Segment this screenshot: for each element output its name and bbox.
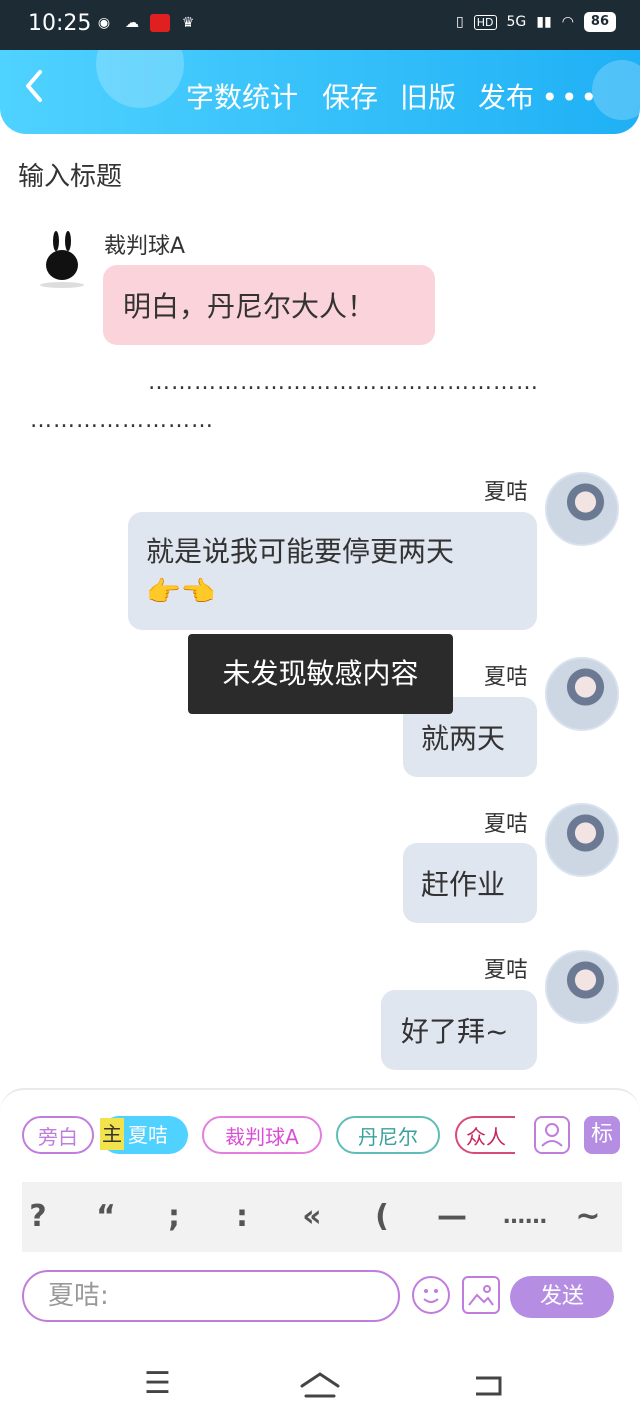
speaker-name: 夏咭 <box>484 480 529 505</box>
emoji-button[interactable] <box>412 1276 450 1314</box>
role-chip-label: 夏咭 <box>128 1123 168 1147</box>
image-button[interactable] <box>462 1276 500 1314</box>
title-input[interactable]: 输入标题 <box>18 156 122 193</box>
speaker-name: 夏咭 <box>484 958 529 983</box>
word-count-button[interactable]: 字数统计 <box>186 80 298 116</box>
punctuation-key[interactable]: ( <box>352 1182 412 1252</box>
status-bar: 10:25 ◉ ☁ ♛ ▯ HD 5G ▮▮ ◠ 86 <box>0 0 640 50</box>
add-role-button[interactable] <box>534 1116 570 1154</box>
network-label: 5G <box>506 14 527 30</box>
punctuation-key[interactable]: « <box>282 1182 342 1252</box>
pointing-fingers-emoji: 👉👈 <box>146 575 216 608</box>
speaker-name: 夏咭 <box>484 665 529 690</box>
message-bubble[interactable]: 就是说我可能要停更两天 👉👈 <box>128 512 537 630</box>
message-text: 好了拜~ <box>401 1015 509 1048</box>
speaker-name: 裁判球A <box>104 234 186 259</box>
role-chip-crowd[interactable]: 众人 <box>455 1116 515 1154</box>
message-bubble[interactable]: 明白，丹尼尔大人！ <box>103 265 435 345</box>
message-text: 明白，丹尼尔大人！ <box>123 290 376 323</box>
message-text: 赶作业 <box>421 868 506 901</box>
ellipsis-text: …………………………………………… <box>148 370 539 395</box>
avatar-referee[interactable] <box>26 225 96 295</box>
sensitive-check-toast: 未发现敏感内容 <box>188 634 453 714</box>
battery-indicator: 86 <box>583 12 616 32</box>
home-icon[interactable] <box>298 1370 342 1402</box>
tag-button[interactable]: 标 <box>584 1116 620 1154</box>
role-chip-main[interactable]: 主 夏咭 <box>100 1116 188 1154</box>
punctuation-key[interactable]: …… <box>490 1182 560 1252</box>
back-nav-icon[interactable] <box>472 1372 504 1400</box>
back-button[interactable] <box>22 68 46 113</box>
message-text: 就是说我可能要停更两天 <box>146 535 455 568</box>
avatar-xia[interactable] <box>545 472 619 546</box>
menu-icon[interactable]: ☰ <box>144 1366 171 1401</box>
cat-app-icon: ◉ <box>97 15 111 31</box>
old-version-button[interactable]: 旧版 <box>400 80 456 116</box>
message-bubble[interactable]: 赶作业 <box>403 843 537 923</box>
role-chip-referee[interactable]: 裁判球A <box>202 1116 322 1154</box>
hd-icon: HD <box>473 14 497 30</box>
punctuation-key[interactable]: ; <box>144 1182 204 1252</box>
message-input[interactable]: 夏咭: <box>22 1270 400 1322</box>
top-toolbar: 字数统计 保存 旧版 发布 ••• <box>0 50 640 134</box>
smiley-icon <box>423 1289 439 1303</box>
cloud-icon: ☁ <box>125 15 139 31</box>
publish-button[interactable]: 发布 <box>478 80 534 116</box>
chevron-left-icon <box>26 70 42 102</box>
punctuation-key[interactable]: “ <box>76 1182 136 1252</box>
status-time: 10:25 <box>28 11 92 36</box>
system-nav-bar: ☰ <box>0 1352 640 1422</box>
person-icon <box>541 1123 563 1147</box>
avatar-xia[interactable] <box>545 950 619 1024</box>
send-button[interactable]: 发送 <box>510 1276 614 1318</box>
role-chip-narrator[interactable]: 旁白 <box>22 1116 94 1154</box>
punctuation-bar: ? “ ; : « ( — …… ~ <box>22 1182 622 1252</box>
avatar-xia[interactable] <box>545 803 619 877</box>
rabbit-avatar-icon <box>40 231 84 288</box>
punctuation-key[interactable]: ~ <box>558 1182 618 1252</box>
punctuation-key[interactable]: ? <box>8 1182 68 1252</box>
more-options-button[interactable]: ••• <box>541 80 600 116</box>
punctuation-key[interactable]: : <box>212 1182 272 1252</box>
ellipsis-text: …………………… <box>30 408 214 433</box>
punctuation-key[interactable]: — <box>422 1182 482 1252</box>
message-bubble[interactable]: 好了拜~ <box>381 990 537 1070</box>
speaker-name: 夏咭 <box>484 812 529 837</box>
red-app-icon <box>150 14 170 32</box>
save-button[interactable]: 保存 <box>322 80 378 116</box>
system-icons: ▯ HD 5G ▮▮ ◠ 86 <box>456 12 616 32</box>
wifi-icon: ◠ <box>561 14 574 30</box>
signal-icon: ▮▮ <box>536 14 552 30</box>
role-chip-daniel[interactable]: 丹尼尔 <box>336 1116 440 1154</box>
image-icon <box>468 1285 494 1306</box>
main-tag: 主 <box>100 1118 124 1150</box>
avatar-xia[interactable] <box>545 657 619 731</box>
notification-icons: ◉ ☁ ♛ <box>94 14 198 32</box>
vibrate-icon: ▯ <box>456 14 464 30</box>
crown-icon: ♛ <box>181 15 195 31</box>
message-text: 就两天 <box>421 722 506 755</box>
decor-bubble <box>96 50 184 108</box>
